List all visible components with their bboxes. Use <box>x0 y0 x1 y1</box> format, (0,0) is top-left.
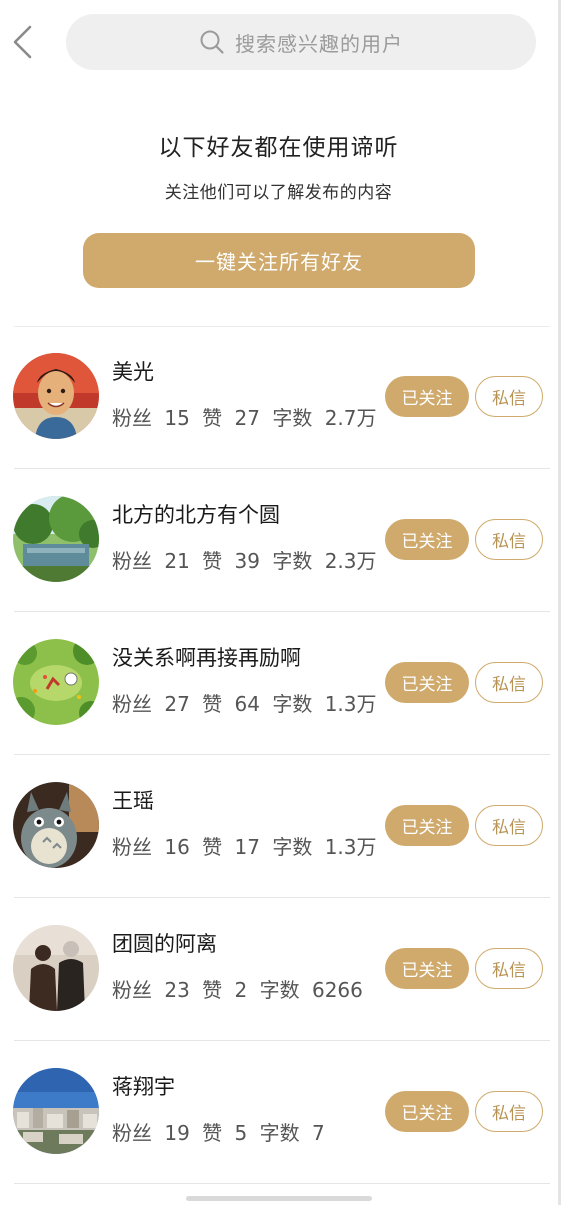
words-count: 1.3万 <box>324 835 377 859</box>
avatar[interactable] <box>13 639 99 725</box>
likes-label: 赞 <box>202 406 223 430</box>
words-label: 字数 <box>272 406 313 430</box>
fans-count: 23 <box>164 978 190 1002</box>
fans-label: 粉丝 <box>112 549 152 573</box>
list-item[interactable]: 美光 粉丝 15 赞 27 字数 2.7万 已关注 私信 <box>0 326 557 469</box>
fans-label: 粉丝 <box>112 1121 152 1145</box>
avatar[interactable] <box>13 496 99 582</box>
message-button[interactable]: 私信 <box>475 805 543 846</box>
fans-count: 27 <box>164 692 190 716</box>
user-stats: 粉丝 15 赞 27 字数 2.7万 <box>112 402 377 431</box>
user-name[interactable]: 团圆的阿离 <box>112 928 217 958</box>
likes-label: 赞 <box>202 549 223 573</box>
list-item[interactable]: 北方的北方有个圆 粉丝 21 赞 39 字数 2.3万 已关注 私信 <box>0 469 557 612</box>
message-button[interactable]: 私信 <box>475 376 543 417</box>
words-label: 字数 <box>259 1121 300 1145</box>
user-stats: 粉丝 19 赞 5 字数 7 <box>112 1117 325 1146</box>
words-label: 字数 <box>272 549 313 573</box>
header: 搜索感兴趣的用户 <box>0 0 561 84</box>
words-label: 字数 <box>272 692 313 716</box>
likes-count: 39 <box>234 549 260 573</box>
message-button[interactable]: 私信 <box>475 519 543 560</box>
avatar[interactable] <box>13 353 99 439</box>
likes-count: 17 <box>234 835 260 859</box>
user-name[interactable]: 北方的北方有个圆 <box>112 499 280 529</box>
back-button[interactable] <box>6 22 40 62</box>
fans-label: 粉丝 <box>112 835 152 859</box>
user-name[interactable]: 美光 <box>112 356 154 386</box>
words-count: 2.7万 <box>324 406 377 430</box>
chevron-left-icon <box>13 25 32 59</box>
search-placeholder: 搜索感兴趣的用户 <box>235 31 403 56</box>
search-icon <box>200 30 224 54</box>
likes-count: 64 <box>234 692 260 716</box>
fans-count: 19 <box>164 1121 190 1145</box>
fans-label: 粉丝 <box>112 692 152 716</box>
followed-button[interactable]: 已关注 <box>385 1091 469 1132</box>
fans-count: 16 <box>164 835 190 859</box>
message-button[interactable]: 私信 <box>475 662 543 703</box>
likes-label: 赞 <box>202 835 223 859</box>
fans-count: 21 <box>164 549 190 573</box>
likes-label: 赞 <box>202 1121 223 1145</box>
likes-count: 2 <box>234 978 248 1002</box>
fans-count: 15 <box>164 406 190 430</box>
list-item[interactable]: 王瑶 粉丝 16 赞 17 字数 1.3万 已关注 私信 <box>0 755 557 898</box>
followed-button[interactable]: 已关注 <box>385 519 469 560</box>
avatar[interactable] <box>13 1068 99 1154</box>
followed-button[interactable]: 已关注 <box>385 948 469 989</box>
fans-label: 粉丝 <box>112 978 152 1002</box>
followed-button[interactable]: 已关注 <box>385 805 469 846</box>
words-count: 1.3万 <box>324 692 377 716</box>
likes-count: 27 <box>234 406 260 430</box>
follow-all-button[interactable]: 一键关注所有好友 <box>83 233 475 288</box>
followed-button[interactable]: 已关注 <box>385 376 469 417</box>
page-title: 以下好友都在使用谛听 <box>158 135 399 161</box>
list-item[interactable]: 团圆的阿离 粉丝 23 赞 2 字数 6266 已关注 私信 <box>0 898 557 1041</box>
followed-button[interactable]: 已关注 <box>385 662 469 703</box>
words-count: 2.3万 <box>324 549 377 573</box>
page-subtitle: 关注他们可以了解发布的内容 <box>164 183 393 203</box>
user-stats: 粉丝 16 赞 17 字数 1.3万 <box>112 831 377 860</box>
list-item[interactable]: 没关系啊再接再励啊 粉丝 27 赞 64 字数 1.3万 已关注 私信 <box>0 612 557 755</box>
message-button[interactable]: 私信 <box>475 948 543 989</box>
words-label: 字数 <box>259 978 300 1002</box>
user-name[interactable]: 王瑶 <box>112 785 154 815</box>
fans-label: 粉丝 <box>112 406 152 430</box>
user-name[interactable]: 蒋翔宇 <box>112 1071 175 1101</box>
user-stats: 粉丝 23 赞 2 字数 6266 <box>112 974 363 1003</box>
avatar[interactable] <box>13 925 99 1011</box>
likes-label: 赞 <box>202 692 223 716</box>
words-label: 字数 <box>272 835 313 859</box>
words-count: 6266 <box>311 978 363 1002</box>
avatar[interactable] <box>13 782 99 868</box>
search-bar[interactable]: 搜索感兴趣的用户 <box>66 14 536 70</box>
user-stats: 粉丝 21 赞 39 字数 2.3万 <box>112 545 377 574</box>
likes-label: 赞 <box>202 978 223 1002</box>
words-count: 7 <box>311 1121 325 1145</box>
home-indicator[interactable] <box>186 1196 372 1201</box>
user-name[interactable]: 没关系啊再接再励啊 <box>112 642 301 672</box>
likes-count: 5 <box>234 1121 248 1145</box>
list-item[interactable]: 蒋翔宇 粉丝 19 赞 5 字数 7 已关注 私信 <box>0 1041 557 1184</box>
user-stats: 粉丝 27 赞 64 字数 1.3万 <box>112 688 377 717</box>
message-button[interactable]: 私信 <box>475 1091 543 1132</box>
row-divider <box>14 1183 550 1184</box>
